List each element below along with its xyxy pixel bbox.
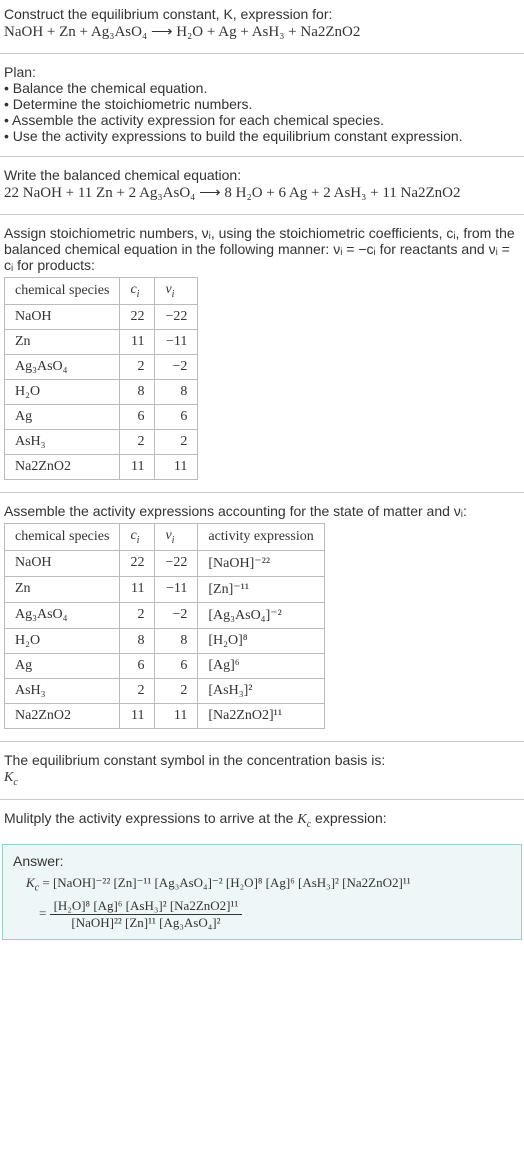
table-row: Na2ZnO21111 xyxy=(5,454,198,479)
table-row: Ag66[Ag]⁶ xyxy=(5,653,325,678)
th-ci: ci xyxy=(120,278,155,305)
table-row: Ag66 xyxy=(5,404,198,429)
unbalanced-reaction: NaOH + Zn + Ag₃AsO₄ ⟶ H₂O + Ag + AsH₃ + … xyxy=(4,24,360,40)
th-activity: activity expression xyxy=(198,523,324,550)
table-row: H₂O88 xyxy=(5,379,198,404)
activity-intro-text: Assemble the activity expressions accoun… xyxy=(4,503,467,519)
divider xyxy=(0,53,524,54)
plan-bullet-2: • Determine the stoichiometric numbers. xyxy=(4,96,252,112)
table-row: Na2ZnO21111[Na2ZnO2]¹¹ xyxy=(5,703,325,728)
table-row: Zn11−11 xyxy=(5,329,198,354)
fraction-denominator: [NaOH]²² [Zn]¹¹ [Ag₃AsO₄]² xyxy=(50,915,243,931)
divider xyxy=(0,214,524,215)
balanced-section: Write the balanced chemical equation: 22… xyxy=(0,161,524,210)
table-row: NaOH22−22[NaOH]⁻²² xyxy=(5,550,325,576)
divider xyxy=(0,156,524,157)
plan-section: Plan: • Balance the chemical equation. •… xyxy=(0,58,524,152)
activity-table: chemical species ci νi activity expressi… xyxy=(4,523,325,729)
th-species: chemical species xyxy=(5,523,120,550)
answer-eq-line1: Kc = [NaOH]⁻²² [Zn]⁻¹¹ [Ag₃AsO₄]⁻² [H₂O]… xyxy=(13,875,511,894)
divider xyxy=(0,741,524,742)
stoich-intro-text: Assign stoichiometric numbers, νᵢ, using… xyxy=(4,225,515,273)
answer-label: Answer: xyxy=(13,853,64,869)
stoich-section: Assign stoichiometric numbers, νᵢ, using… xyxy=(0,219,524,488)
th-species: chemical species xyxy=(5,278,120,305)
plan-bullet-1: • Balance the chemical equation. xyxy=(4,80,207,96)
table-row: Ag₃AsO₄2−2[Ag₃AsO₄]⁻² xyxy=(5,602,325,628)
th-vi: νi xyxy=(155,523,198,550)
table-row: H₂O88[H₂O]⁸ xyxy=(5,628,325,653)
balanced-heading: Write the balanced chemical equation: xyxy=(4,167,241,183)
plan-bullet-4: • Use the activity expressions to build … xyxy=(4,128,463,144)
answer-eq-line2: = [H₂O]⁸ [Ag]⁶ [AsH₃]² [Na2ZnO2]¹¹ [NaOH… xyxy=(13,898,511,931)
stoich-table: chemical species ci νi NaOH22−22 Zn11−11… xyxy=(4,277,198,480)
kc-intro-text: The equilibrium constant symbol in the c… xyxy=(4,752,385,768)
table-row: Zn11−11[Zn]⁻¹¹ xyxy=(5,576,325,602)
answer-fraction: [H₂O]⁸ [Ag]⁶ [AsH₃]² [Na2ZnO2]¹¹ [NaOH]²… xyxy=(50,898,243,931)
plan-bullet-3: • Assemble the activity expression for e… xyxy=(4,112,384,128)
th-ci: ci xyxy=(120,523,155,550)
intro-section: Construct the equilibrium constant, K, e… xyxy=(0,0,524,49)
balanced-reaction: 22 NaOH + 11 Zn + 2 Ag₃AsO₄ ⟶ 8 H₂O + 6 … xyxy=(4,185,461,201)
th-vi: νi xyxy=(155,278,198,305)
answer-box: Answer: Kc = [NaOH]⁻²² [Zn]⁻¹¹ [Ag₃AsO₄]… xyxy=(2,844,522,940)
fraction-numerator: [H₂O]⁸ [Ag]⁶ [AsH₃]² [Na2ZnO2]¹¹ xyxy=(50,898,243,915)
table-row: AsH₃22[AsH₃]² xyxy=(5,678,325,703)
activity-section: Assemble the activity expressions accoun… xyxy=(0,497,524,737)
intro-line1: Construct the equilibrium constant, K, e… xyxy=(4,6,332,22)
kc-symbol: Kc xyxy=(4,770,18,785)
table-row: AsH₃22 xyxy=(5,429,198,454)
kc-symbol-section: The equilibrium constant symbol in the c… xyxy=(0,746,524,796)
multiply-text: Mulitply the activity expressions to arr… xyxy=(4,810,387,826)
divider xyxy=(0,799,524,800)
table-row: NaOH22−22 xyxy=(5,304,198,329)
divider xyxy=(0,492,524,493)
plan-heading: Plan: xyxy=(4,64,36,80)
table-row: Ag₃AsO₄2−2 xyxy=(5,354,198,379)
multiply-section: Mulitply the activity expressions to arr… xyxy=(0,804,524,838)
